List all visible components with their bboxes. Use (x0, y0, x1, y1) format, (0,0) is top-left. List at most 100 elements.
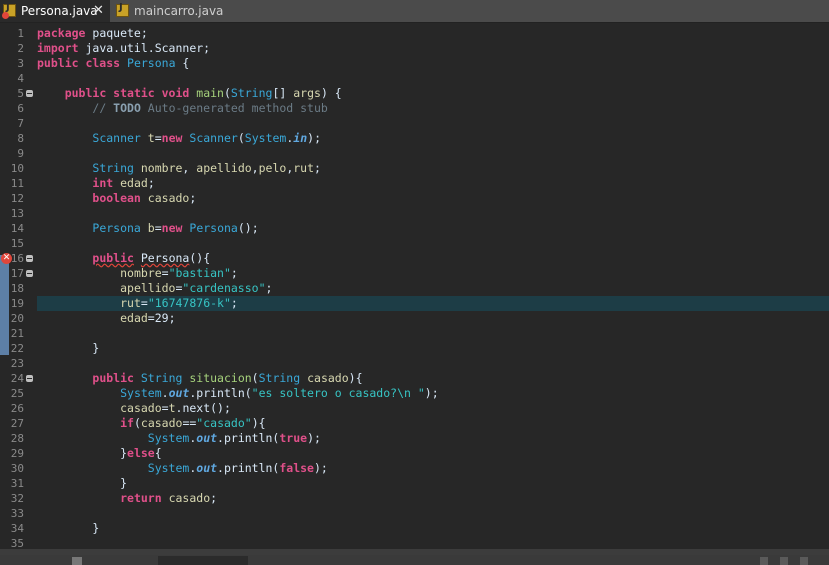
code-text: } (37, 521, 100, 535)
editor-tab-bar: J Persona.java ✕ J maincarro.java (0, 0, 829, 23)
line-number: 17 (10, 267, 24, 280)
code-line[interactable]: 25 System.out.println("es soltero o casa… (0, 386, 829, 401)
fold-collapse-icon[interactable] (26, 270, 33, 277)
code-text: public Persona(){ (92, 251, 211, 265)
fold-collapse-icon[interactable] (26, 375, 33, 382)
line-number: 12 (10, 192, 24, 205)
line-number: 21 (10, 327, 24, 340)
code-line[interactable]: 13 (0, 206, 829, 221)
code-text: Persona b=new Persona(); (92, 221, 259, 235)
fold-collapse-icon[interactable] (26, 90, 33, 97)
code-line[interactable]: 11 int edad; (0, 176, 829, 191)
code-text: casado=t.next(); (120, 401, 231, 415)
code-text: System.out.println(false); (147, 461, 328, 475)
code-line[interactable]: 7 (0, 116, 829, 131)
code-line[interactable]: 1 package paquete; (0, 26, 829, 41)
line-number: 4 (17, 72, 24, 85)
code-line[interactable]: 14 Persona b=new Persona(); (0, 221, 829, 236)
java-file-icon: J (116, 2, 129, 17)
code-text: } (37, 476, 128, 490)
code-line[interactable]: 10 String nombre, apellido,pelo,rut; (0, 161, 829, 176)
code-line[interactable]: 34 } (0, 521, 829, 536)
minimize-icon[interactable] (760, 557, 768, 565)
code-line[interactable]: 18 apellido="cardenasso"; (0, 281, 829, 296)
code-text: System.out.println(true); (147, 431, 321, 445)
fold-collapse-icon[interactable] (26, 255, 33, 262)
panel-icon[interactable] (72, 557, 82, 565)
code-line[interactable]: 5 public static void main(String[] args)… (0, 86, 829, 101)
code-line[interactable]: 32 return casado; (0, 491, 829, 506)
java-file-error-icon: J (2, 2, 16, 19)
code-text: System.out.println("es soltero o casado?… (120, 386, 439, 400)
error-icon[interactable]: ✕ (1, 253, 12, 264)
code-line[interactable]: 20 edad=29; (0, 311, 829, 326)
panel-tab[interactable] (158, 556, 248, 565)
code-line[interactable]: 2 import java.util.Scanner; (0, 41, 829, 56)
line-number: 15 (10, 237, 24, 250)
code-text: public static void main(String[] args) { (64, 86, 342, 100)
code-line[interactable]: 12 boolean casado; (0, 191, 829, 206)
bottom-panel-strip (0, 555, 829, 565)
line-number: 18 (10, 282, 24, 295)
line-number: 2 (17, 42, 24, 55)
code-text: return casado; (120, 491, 218, 505)
code-text: import java.util.Scanner; (37, 41, 211, 55)
line-number: 33 (10, 507, 24, 520)
line-number: 22 (10, 342, 24, 355)
line-number: 30 (10, 462, 24, 475)
tab-label: Persona.java (21, 4, 98, 18)
code-text: public class Persona { (37, 56, 190, 70)
code-editor[interactable]: 1 package paquete; 2 import java.util.Scann… (0, 23, 829, 550)
code-line[interactable]: 24 public String situacion(String casado… (0, 371, 829, 386)
code-text: nombre="bastian"; (120, 266, 238, 280)
line-number: 31 (10, 477, 24, 490)
code-line[interactable]: 29 }else{ (0, 446, 829, 461)
line-number: 8 (17, 132, 24, 145)
line-number: 13 (10, 207, 24, 220)
line-number: 32 (10, 492, 24, 505)
code-line[interactable]: 4 (0, 71, 829, 86)
code-line[interactable]: 26 casado=t.next(); (0, 401, 829, 416)
code-line[interactable]: 22 } (0, 341, 829, 356)
code-text: // TODO Auto-generated method stub (92, 101, 328, 115)
close-icon[interactable]: ✕ (93, 0, 104, 22)
maximize-icon[interactable] (780, 557, 788, 565)
line-number: 28 (10, 432, 24, 445)
code-text: boolean casado; (92, 191, 197, 205)
line-number: 23 (10, 357, 24, 370)
code-line[interactable]: 19 rut="16747876-k"; (0, 296, 829, 311)
line-number: 14 (10, 222, 24, 235)
code-line[interactable]: 30 System.out.println(false); (0, 461, 829, 476)
line-number: 19 (10, 297, 24, 310)
line-number: 20 (10, 312, 24, 325)
line-number: 9 (17, 147, 24, 160)
code-line[interactable]: 9 (0, 146, 829, 161)
code-line[interactable]: 31 } (0, 476, 829, 491)
line-number: 7 (17, 117, 24, 130)
code-line[interactable]: 16 ✕ public Persona(){ (0, 251, 829, 266)
code-line[interactable]: 8 Scanner t=new Scanner(System.in); (0, 131, 829, 146)
tab-persona-java[interactable]: J Persona.java ✕ (0, 0, 110, 22)
code-line[interactable]: 33 (0, 506, 829, 521)
code-line[interactable]: 21 (0, 326, 829, 341)
code-line[interactable]: 27 if(casado=="casado"){ (0, 416, 829, 431)
code-line[interactable]: 15 (0, 236, 829, 251)
restore-icon[interactable] (800, 557, 808, 565)
tab-maincarro-java[interactable]: J maincarro.java (113, 0, 233, 22)
code-text: int edad; (92, 176, 155, 190)
line-number: 3 (17, 57, 24, 70)
code-line[interactable]: 17 nombre="bastian"; (0, 266, 829, 281)
code-text: String nombre, apellido,pelo,rut; (92, 161, 321, 175)
line-number: 24 (10, 372, 24, 385)
code-line[interactable]: 28 System.out.println(true); (0, 431, 829, 446)
code-line[interactable]: 6 // TODO Auto-generated method stub (0, 101, 829, 116)
code-line[interactable]: 3 public class Persona { (0, 56, 829, 71)
code-line[interactable]: 23 (0, 356, 829, 371)
code-text: package paquete; (37, 26, 148, 40)
